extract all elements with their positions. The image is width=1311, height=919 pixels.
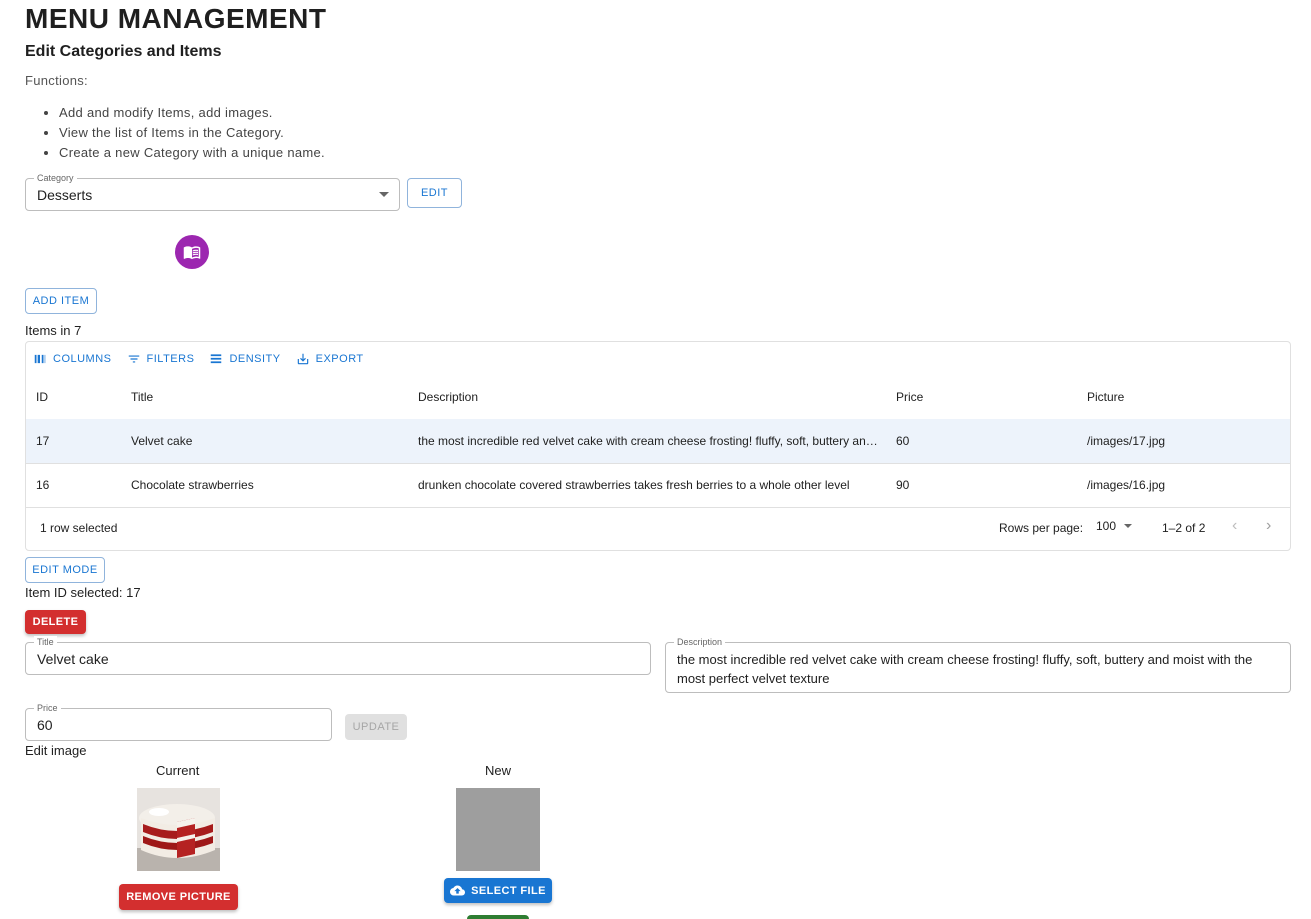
cell-picture: /images/16.jpg xyxy=(1087,478,1166,492)
items-grid: COLUMNS FILTERS DENSITY EXPORT ID Title … xyxy=(25,341,1291,551)
rows-per-page-value: 100 xyxy=(1096,519,1117,533)
current-label: Current xyxy=(156,763,200,778)
edit-image-heading: Edit image xyxy=(25,743,87,758)
category-value: Desserts xyxy=(37,187,93,203)
remove-picture-button[interactable]: REMOVE PICTURE xyxy=(119,884,238,910)
item-selected-text: Item ID selected: 17 xyxy=(25,585,141,600)
description-field-value: the most incredible red velvet cake with… xyxy=(677,652,1253,686)
export-button[interactable]: EXPORT xyxy=(296,352,364,366)
columns-label: COLUMNS xyxy=(53,353,112,365)
caret-down-icon xyxy=(379,192,389,197)
cell-id: 17 xyxy=(36,434,50,448)
rows-per-page-select[interactable]: 100 xyxy=(1096,519,1133,533)
rows-per-page-label: Rows per page: xyxy=(999,521,1084,535)
category-avatar xyxy=(175,235,209,269)
filter-icon xyxy=(128,355,139,363)
functions-label: Functions: xyxy=(25,73,88,88)
columns-icon xyxy=(34,354,46,364)
table-row[interactable]: 16 Chocolate strawberries drunken chocol… xyxy=(26,463,1290,508)
category-select[interactable]: Category Desserts xyxy=(25,172,400,211)
edit-category-button[interactable]: EDIT xyxy=(407,178,462,208)
density-icon xyxy=(211,354,222,364)
title-field-label: Title xyxy=(34,636,57,648)
cell-price: 90 xyxy=(896,478,910,492)
column-header-picture[interactable]: Picture xyxy=(1087,375,1277,419)
cell-id: 16 xyxy=(36,478,50,492)
column-header-price[interactable]: Price xyxy=(896,375,1066,419)
new-label: New xyxy=(485,763,512,778)
list-item: Add and modify Items, add images. xyxy=(59,105,325,125)
delete-button[interactable]: DELETE xyxy=(25,610,86,634)
cell-description: drunken chocolate covered strawberries t… xyxy=(418,478,850,492)
selected-count: 1 row selected xyxy=(40,521,118,535)
density-label: DENSITY xyxy=(229,353,281,365)
list-item: Create a new Category with a unique name… xyxy=(59,145,325,165)
page-subtitle: Edit Categories and Items xyxy=(25,43,222,60)
next-page-icon[interactable]: › xyxy=(1266,517,1271,535)
new-picture-placeholder xyxy=(456,788,540,871)
export-label: EXPORT xyxy=(315,353,364,365)
grid-toolbar: COLUMNS FILTERS DENSITY EXPORT xyxy=(33,352,364,366)
filters-label: FILTERS xyxy=(146,353,195,365)
select-file-label: SELECT FILE xyxy=(471,884,546,897)
items-heading: Items in 7 xyxy=(25,323,82,338)
column-header-id[interactable]: ID xyxy=(36,375,116,419)
page-title: MENU MANAGEMENT xyxy=(25,3,327,34)
current-picture xyxy=(137,788,220,871)
category-label: Category xyxy=(34,172,77,184)
update-button[interactable]: UPDATE xyxy=(345,714,407,740)
title-field-value: Velvet cake xyxy=(37,651,109,667)
cell-description: the most incredible red velvet cake with… xyxy=(418,434,878,448)
title-field[interactable]: Title Velvet cake xyxy=(25,636,651,675)
cake-image xyxy=(137,788,220,871)
upload-button[interactable] xyxy=(467,915,529,919)
filters-button[interactable]: FILTERS xyxy=(127,352,195,366)
cell-price: 60 xyxy=(896,434,910,448)
price-field-value: 60 xyxy=(37,717,53,733)
price-field[interactable]: Price 60 xyxy=(25,702,332,741)
add-item-button[interactable]: ADD ITEM xyxy=(25,288,97,314)
density-button[interactable]: DENSITY xyxy=(209,352,280,366)
grid-header-row: ID Title Description Price Picture xyxy=(26,375,1290,420)
pagination-range: 1–2 of 2 xyxy=(1162,521,1206,535)
previous-page-icon[interactable]: ‹ xyxy=(1232,517,1237,535)
description-field-label: Description xyxy=(674,636,726,648)
menu-book-icon xyxy=(183,246,201,260)
columns-button[interactable]: COLUMNS xyxy=(33,352,112,366)
edit-mode-button[interactable]: EDIT MODE xyxy=(25,557,105,583)
cell-picture: /images/17.jpg xyxy=(1087,434,1166,448)
cell-title: Chocolate strawberries xyxy=(131,478,254,492)
select-file-button[interactable]: SELECT FILE xyxy=(444,878,552,903)
cloud-upload-icon xyxy=(450,885,466,896)
grid-footer: 1 row selected Rows per page: 100 1–2 of… xyxy=(26,506,1290,550)
price-field-label: Price xyxy=(34,702,61,714)
column-header-description[interactable]: Description xyxy=(418,375,880,419)
functions-list: Add and modify Items, add images. View t… xyxy=(25,105,325,165)
download-icon xyxy=(297,353,308,365)
column-header-title[interactable]: Title xyxy=(131,375,401,419)
table-row[interactable]: 17 Velvet cake the most incredible red v… xyxy=(26,419,1290,464)
cell-title: Velvet cake xyxy=(131,434,193,448)
description-field[interactable]: Description the most incredible red velv… xyxy=(665,636,1291,693)
list-item: View the list of Items in the Category. xyxy=(59,125,325,145)
caret-down-icon xyxy=(1124,524,1133,528)
